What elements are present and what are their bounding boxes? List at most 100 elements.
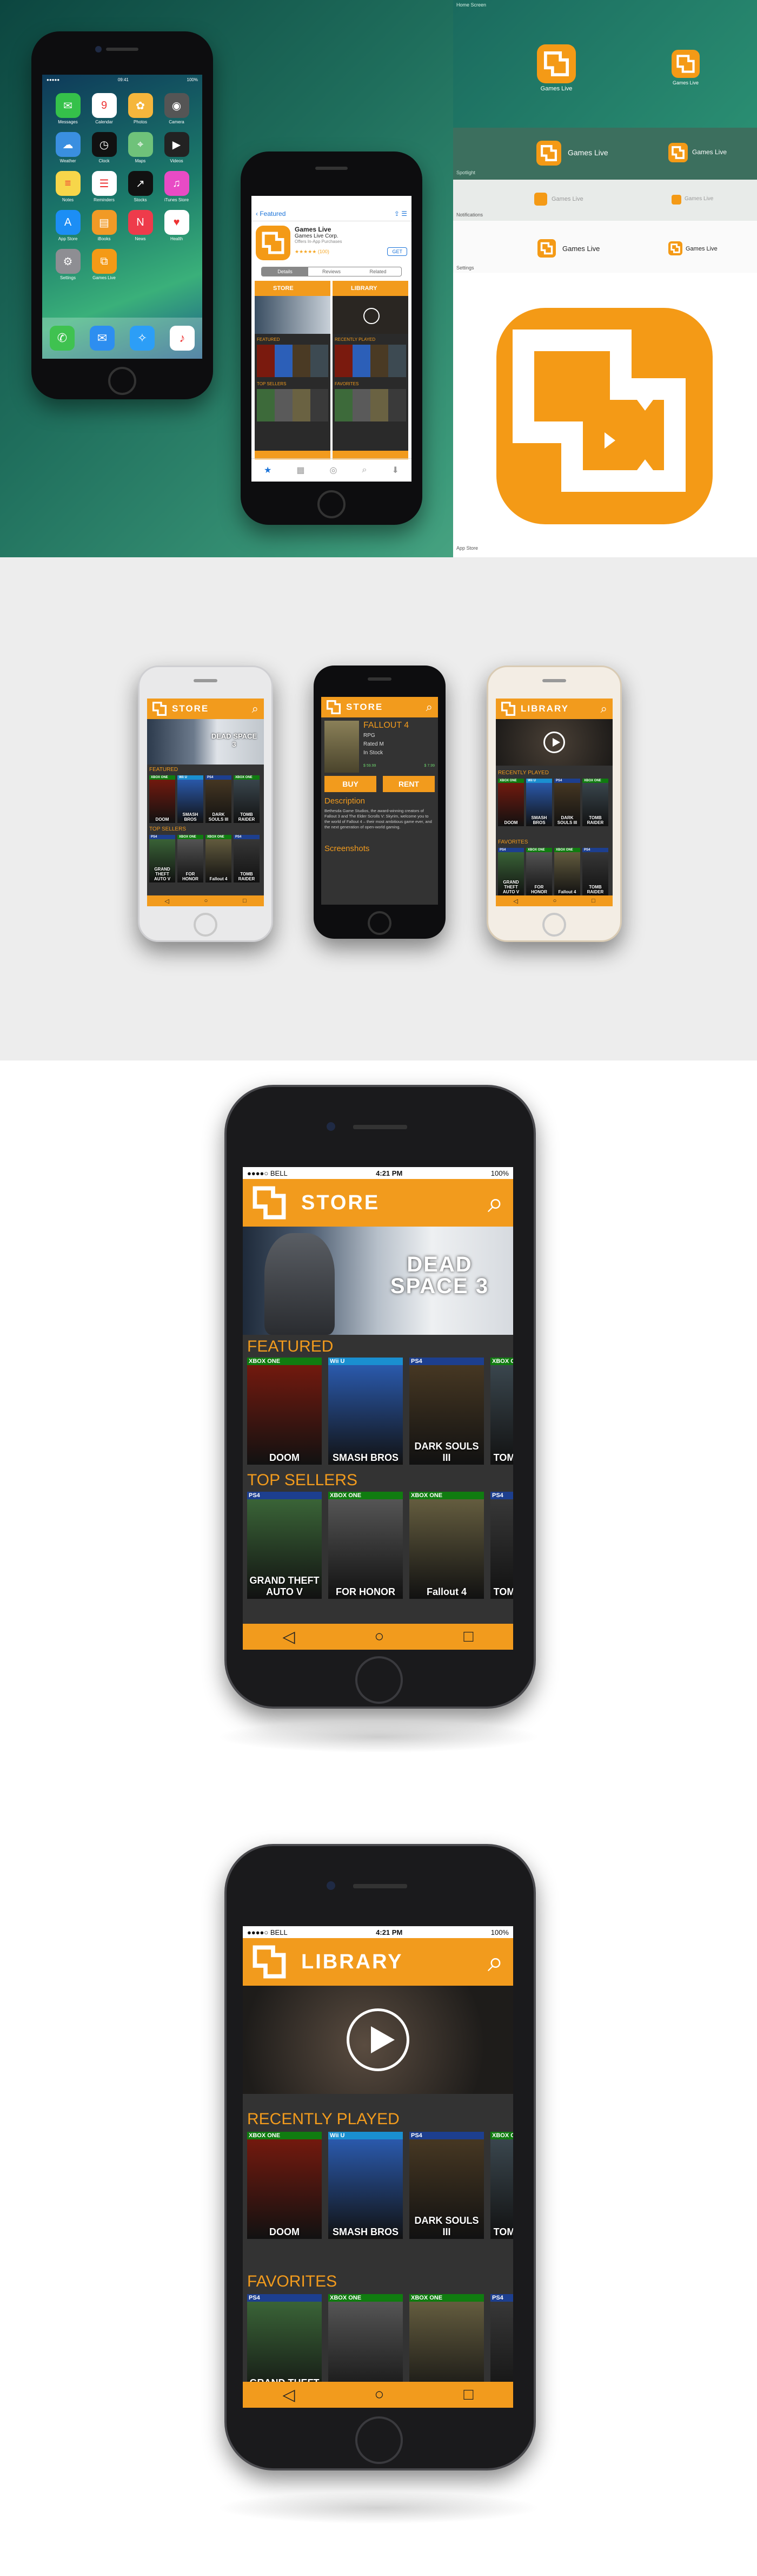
game-cover[interactable]: PS4 TOMB RAIDER: [582, 848, 608, 895]
app-13[interactable]: ▤ iBooks: [86, 210, 122, 241]
game-title: TOMB RAIDER: [587, 815, 604, 825]
back-button[interactable]: ‹ Featured: [256, 210, 285, 218]
back-nav-icon[interactable]: ◁: [282, 2386, 295, 2404]
home-nav-icon[interactable]: ○: [204, 898, 208, 904]
app-11[interactable]: ♫ iTunes Store: [158, 171, 195, 202]
search-icon[interactable]: ⌕: [601, 702, 607, 716]
game-cover[interactable]: PS4 GRAND THEFT AUTO V: [498, 848, 524, 895]
game-cover[interactable]: XBOX ONE DOOM: [149, 775, 175, 823]
phone-icon[interactable]: ✆: [50, 326, 75, 351]
game-cover[interactable]: XBOX ONE DOOM: [498, 779, 524, 826]
game-cover[interactable]: XBOX ONE TOMB RAIDER: [582, 779, 608, 826]
home-nav-icon[interactable]: ○: [374, 2386, 384, 2404]
game-cover[interactable]: XBOX ONE Fallout 4: [554, 848, 580, 895]
categories-tab-icon[interactable]: ▦: [296, 465, 304, 476]
hero-banner[interactable]: DEAD SPACE 3: [243, 1227, 513, 1335]
app-14[interactable]: N News: [122, 210, 158, 241]
rent-button[interactable]: RENT: [383, 776, 435, 792]
recents-nav-icon[interactable]: □: [463, 1628, 473, 1646]
share-icon[interactable]: ⇪ ☰: [394, 210, 407, 218]
game-cover[interactable]: PS4 DARK SOULS III: [409, 2132, 484, 2239]
app-5[interactable]: ◷ Clock: [86, 132, 122, 163]
game-cover[interactable]: XBOX ONE TOMB RAIDER: [490, 2132, 513, 2239]
home-button[interactable]: [317, 490, 346, 518]
game-cover[interactable]: Wii U SMASH BROS: [526, 779, 552, 826]
safari-icon[interactable]: ✧: [130, 326, 155, 351]
game-cover[interactable]: XBOX ONE FOR HONOR: [177, 835, 203, 882]
play-icon[interactable]: [543, 732, 565, 753]
buy-button[interactable]: BUY: [324, 776, 376, 792]
game-cover[interactable]: PS4 TOMB RAIDER: [490, 1492, 513, 1599]
back-nav-icon[interactable]: ◁: [513, 898, 517, 905]
tab-details[interactable]: Details: [262, 267, 308, 276]
game-cover[interactable]: XBOX ONE FOR HONOR: [526, 848, 552, 895]
explore-tab-icon[interactable]: ◎: [330, 465, 337, 476]
tab-related[interactable]: Related: [355, 267, 401, 276]
home-button[interactable]: [194, 913, 217, 937]
game-title: DOOM: [269, 2226, 300, 2237]
game-cover[interactable]: XBOX ONE Fallout 4: [409, 1492, 484, 1599]
app-12[interactable]: A App Store: [50, 210, 86, 241]
platform-tag: Wii U: [328, 2132, 403, 2139]
game-cover[interactable]: XBOX ONE FOR HONOR: [328, 1492, 403, 1599]
app-6[interactable]: ⌖ Maps: [122, 132, 158, 163]
mini-video-player[interactable]: [496, 719, 613, 766]
search-icon[interactable]: ⌕: [252, 702, 258, 716]
video-player[interactable]: [243, 1986, 513, 2094]
back-nav-icon[interactable]: ◁: [282, 1628, 295, 1646]
home-button[interactable]: [355, 1656, 403, 1704]
home-button[interactable]: [542, 913, 566, 937]
updates-tab-icon[interactable]: ⬇: [392, 465, 399, 476]
game-cover[interactable]: XBOX ONE TOMB RAIDER: [234, 775, 260, 823]
game-cover[interactable]: PS4 DARK SOULS III: [409, 1358, 484, 1465]
app-16[interactable]: ⚙ Settings: [50, 249, 86, 280]
notif-icon-small: [672, 195, 681, 205]
mail-icon[interactable]: ✉: [90, 326, 115, 351]
game-cover[interactable]: Wii U SMASH BROS: [328, 2132, 403, 2239]
settings-icon: ⚙: [55, 249, 81, 274]
play-icon[interactable]: [347, 2008, 409, 2071]
game-cover[interactable]: XBOX ONE Fallout 4: [205, 835, 231, 882]
game-cover[interactable]: PS4 GRAND THEFT AUTO V: [149, 835, 175, 882]
recents-nav-icon[interactable]: □: [243, 898, 247, 904]
app-17[interactable]: ⧉ Games Live: [86, 249, 122, 280]
game-cover[interactable]: XBOX ONE DOOM: [247, 2132, 322, 2239]
app-8[interactable]: ≡ Notes: [50, 171, 86, 202]
game-cover[interactable]: PS4 GRAND THEFT AUTO V: [247, 1492, 322, 1599]
app-3[interactable]: ◉ Camera: [158, 93, 195, 124]
home-nav-icon[interactable]: ○: [553, 898, 557, 904]
icon-large-caption: Games Live: [540, 85, 573, 92]
game-cover[interactable]: PS4 DARK SOULS III: [205, 775, 231, 823]
game-cover[interactable]: PS4 TOMB RAIDER: [234, 835, 260, 882]
featured-tab-icon[interactable]: ★: [264, 465, 271, 476]
back-nav-icon[interactable]: ◁: [164, 898, 169, 905]
search-icon[interactable]: ⌕: [426, 700, 433, 714]
game-cover[interactable]: XBOX ONE TOMB RAIDER: [490, 1358, 513, 1465]
search-tab-icon[interactable]: ⌕: [362, 465, 367, 475]
app-4[interactable]: ☁ Weather: [50, 132, 86, 163]
game-cover[interactable]: PS4 DARK SOULS III: [554, 779, 580, 826]
game-cover[interactable]: XBOX ONE DOOM: [247, 1358, 322, 1465]
home-nav-icon[interactable]: ○: [374, 1628, 384, 1646]
music-icon[interactable]: ♪: [170, 326, 195, 351]
game-cover[interactable]: Wii U SMASH BROS: [328, 1358, 403, 1465]
tab-reviews[interactable]: Reviews: [308, 267, 355, 276]
search-icon[interactable]: ⌕: [488, 1948, 503, 1976]
app-1[interactable]: 9 Calendar: [86, 93, 122, 124]
app-2[interactable]: ✿ Photos: [122, 93, 158, 124]
home-button[interactable]: [355, 2416, 403, 2464]
get-button[interactable]: GET: [387, 247, 407, 256]
app-10[interactable]: ↗ Stocks: [122, 171, 158, 202]
recents-nav-icon[interactable]: □: [592, 898, 595, 904]
search-icon[interactable]: ⌕: [488, 1189, 503, 1217]
app-7[interactable]: ▶ Videos: [158, 132, 195, 163]
game-title: FOR HONOR: [182, 872, 198, 881]
home-button[interactable]: [108, 367, 136, 395]
recents-nav-icon[interactable]: □: [463, 2386, 473, 2404]
home-button[interactable]: [368, 911, 391, 935]
app-15[interactable]: ♥ Health: [158, 210, 195, 241]
app-label: iTunes Store: [164, 197, 189, 202]
game-cover[interactable]: Wii U SMASH BROS: [177, 775, 203, 823]
app-9[interactable]: ☰ Reminders: [86, 171, 122, 202]
app-0[interactable]: ✉ Messages: [50, 93, 86, 124]
